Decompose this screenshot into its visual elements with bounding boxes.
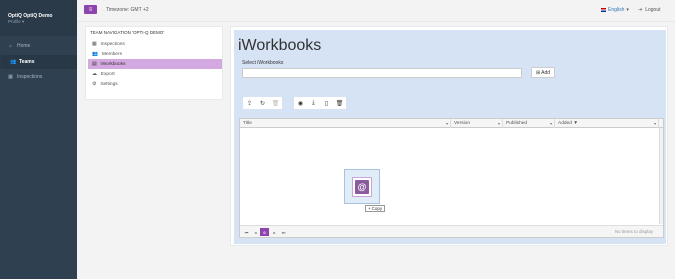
- file-glyph-icon: @: [355, 179, 369, 194]
- top-bar: ≡ Timezone: GMT +2 English ▾ ⇥ Logout: [77, 0, 675, 22]
- grid-pager: ⏮ ◂ 0 ▸ ⏭ No items to display: [240, 225, 663, 237]
- caret-down-icon: ▾: [626, 7, 629, 13]
- refresh-button[interactable]: ↻: [256, 97, 269, 109]
- file-icon: ▯: [324, 100, 329, 107]
- last-page-icon: ⏭: [281, 229, 286, 235]
- trash-icon: 🗑: [335, 100, 344, 107]
- nav-item-inspections[interactable]: ▦ Inspections: [0, 70, 77, 84]
- add-button[interactable]: ⊞ Add: [531, 67, 555, 78]
- users-icon: 👥: [92, 51, 98, 57]
- subnav-item-label: Members: [101, 51, 122, 57]
- select-iworkbooks-input[interactable]: [242, 68, 522, 78]
- chevron-down-icon[interactable]: ▾: [654, 119, 656, 128]
- prev-page-icon: ◂: [254, 229, 257, 235]
- globe-button[interactable]: ◉: [294, 97, 307, 109]
- subnav-item-label: iWorkbooks: [100, 61, 126, 67]
- iworkbooks-content: iWorkbooks Select iWorkbooks ⊞ Add ⇪ ↻ 🗑…: [234, 30, 666, 244]
- menu-toggle-button[interactable]: ≡: [84, 5, 97, 14]
- next-page-button[interactable]: ▸: [270, 228, 279, 236]
- subnav-item-label: Settings: [100, 81, 118, 87]
- document-button[interactable]: ▯: [320, 97, 333, 109]
- drag-copy-tooltip: + Copy: [365, 205, 386, 212]
- logout-link[interactable]: ⇥ Logout: [638, 7, 661, 13]
- home-icon: ⌂: [8, 43, 13, 49]
- language-selector[interactable]: English ▾: [601, 7, 629, 13]
- grid-scrollbar[interactable]: [659, 128, 663, 224]
- grid-header: Title ▾ Version ▾ Published ▾ Added ▼ ▾: [240, 119, 663, 128]
- main-panel: iWorkbooks Select iWorkbooks ⊞ Add ⇪ ↻ 🗑…: [230, 26, 668, 246]
- first-page-icon: ⏮: [244, 229, 249, 235]
- chevron-down-icon[interactable]: ▾: [550, 119, 552, 128]
- nav-item-teams[interactable]: 👥 Teams: [0, 55, 77, 69]
- team-navigation-header: TEAM NAVIGATION 'OPTI-Q DEMO': [90, 30, 165, 35]
- profile-area: OptiQ OptiQ Demo Profile ▾: [0, 0, 77, 36]
- next-page-icon: ▸: [273, 229, 276, 235]
- logout-label: Logout: [645, 7, 661, 13]
- no-items-label: No items to display: [614, 229, 653, 234]
- subnav-item-label: Inspections: [100, 41, 125, 47]
- nav-item-label: Home: [17, 43, 31, 49]
- subnav-item-iworkbooks[interactable]: ▤ iWorkbooks: [88, 59, 222, 69]
- sidebar: OptiQ OptiQ Demo Profile ▾ ⌂ Home 👥 Team…: [0, 0, 77, 279]
- upload-icon: ⇪: [246, 100, 253, 107]
- column-version[interactable]: Version ▾: [451, 119, 503, 128]
- delete-button-disabled[interactable]: 🗑: [269, 97, 282, 109]
- subnav-item-export[interactable]: ☁ Export: [88, 69, 222, 79]
- subnav-item-members[interactable]: 👥 Members: [88, 49, 222, 59]
- column-label: Published: [506, 121, 528, 126]
- subnav-item-label: Export: [100, 71, 115, 77]
- nav-item-label: Inspections: [17, 74, 43, 80]
- nav-item-label: Teams: [19, 59, 35, 65]
- trash-icon: 🗑: [271, 100, 280, 107]
- first-page-button[interactable]: ⏮: [242, 228, 251, 236]
- add-label: Add: [541, 69, 551, 76]
- flag-icon: [601, 8, 606, 12]
- download-button[interactable]: ⤓: [307, 97, 320, 109]
- users-icon: 👥: [10, 59, 17, 65]
- gear-icon: ⚙: [92, 81, 97, 87]
- column-label: Added ▼: [558, 121, 578, 126]
- sign-out-icon: ⇥: [638, 7, 643, 13]
- iworkbooks-grid: Title ▾ Version ▾ Published ▾ Added ▼ ▾: [239, 118, 664, 238]
- toolbar-group-2: ◉ ⤓ ▯ 🗑: [294, 97, 346, 109]
- chevron-down-icon[interactable]: ▾: [498, 119, 500, 128]
- onenote-file-icon: @: [352, 176, 372, 197]
- calendar-icon: ▦: [92, 41, 97, 47]
- language-label: English: [608, 7, 625, 13]
- dragged-file[interactable]: @: [344, 169, 380, 204]
- column-added[interactable]: Added ▼ ▾: [555, 119, 659, 128]
- nav-item-home[interactable]: ⌂ Home: [0, 39, 77, 53]
- toolbar-group-1: ⇪ ↻ 🗑: [243, 97, 282, 109]
- page-title: iWorkbooks: [238, 37, 322, 54]
- calendar-icon: ▦: [8, 74, 13, 80]
- cloud-icon: ☁: [92, 71, 97, 77]
- download-icon: ⤓: [312, 99, 315, 106]
- select-iworkbooks-label: Select iWorkbooks: [242, 60, 284, 66]
- column-title[interactable]: Title ▾: [240, 119, 451, 128]
- subnav-item-settings[interactable]: ⚙ Settings: [88, 79, 222, 89]
- hamburger-icon: ≡: [88, 6, 93, 13]
- book-icon: ▤: [92, 61, 97, 67]
- column-label: Title: [243, 121, 252, 126]
- plus-icon: +: [368, 206, 371, 211]
- trash-button[interactable]: 🗑: [333, 97, 346, 109]
- refresh-icon: ↻: [259, 100, 266, 107]
- last-page-button[interactable]: ⏭: [279, 228, 288, 236]
- subnav-item-inspections[interactable]: ▦ Inspections: [88, 39, 222, 49]
- plus-icon: ⊞: [535, 69, 541, 76]
- upload-button[interactable]: ⇪: [243, 97, 256, 109]
- timezone-label: Timezone: GMT +2: [106, 7, 149, 13]
- current-page[interactable]: 0: [260, 228, 269, 236]
- prev-page-button[interactable]: ◂: [251, 228, 260, 236]
- column-published[interactable]: Published ▾: [503, 119, 555, 128]
- globe-icon: ◉: [297, 100, 304, 107]
- profile-dropdown[interactable]: Profile ▾: [8, 19, 24, 25]
- team-navigation-panel: TEAM NAVIGATION 'OPTI-Q DEMO' ▦ Inspecti…: [85, 26, 223, 100]
- column-label: Version: [454, 121, 470, 126]
- chevron-down-icon[interactable]: ▾: [446, 119, 448, 128]
- copy-label: Copy: [371, 206, 383, 211]
